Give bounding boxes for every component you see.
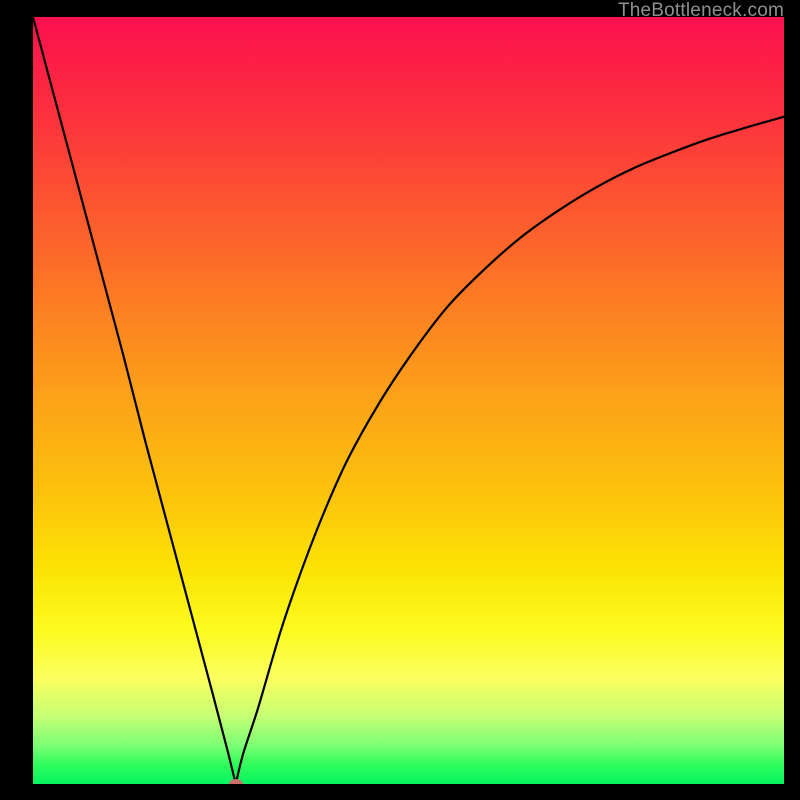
watermark-label: TheBottleneck.com: [618, 0, 784, 22]
chart-frame: TheBottleneck.com: [0, 0, 800, 800]
plot-area: [33, 17, 784, 784]
bottleneck-curve: [33, 17, 784, 784]
minimum-point-marker: [229, 779, 243, 784]
